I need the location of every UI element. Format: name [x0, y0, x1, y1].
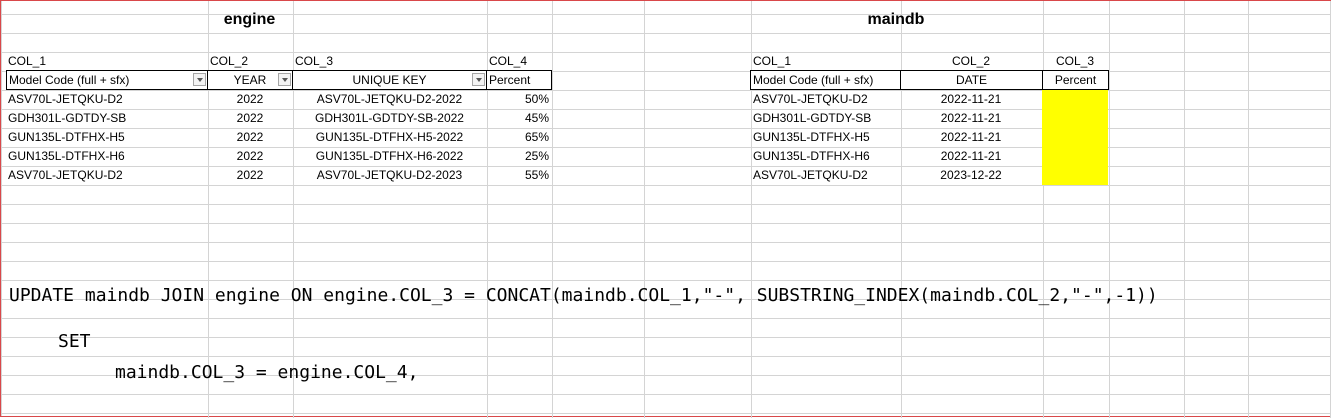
- engine-cell[interactable]: 2022: [207, 109, 293, 127]
- engine-cell[interactable]: 2022: [207, 90, 293, 108]
- column-divider: [552, 1, 553, 418]
- engine-col-label[interactable]: COL_1: [6, 52, 206, 70]
- maindb-cell[interactable]: GUN135L-DTFHX-H5: [751, 128, 900, 146]
- engine-table-title: engine: [223, 11, 276, 28]
- engine-header-year[interactable]: YEAR: [207, 70, 293, 90]
- sql-update-line: UPDATE maindb JOIN engine ON engine.COL_…: [9, 285, 1158, 306]
- header-text: Model Code (full + sfx): [9, 73, 130, 87]
- engine-cell[interactable]: 2022: [207, 166, 293, 184]
- filter-dropdown-icon[interactable]: [193, 73, 206, 86]
- maindb-col-label[interactable]: COL_1: [751, 52, 900, 70]
- engine-header-percent[interactable]: Percent: [486, 70, 552, 90]
- engine-cell[interactable]: GDH301L-GDTDY-SB-2022: [292, 109, 487, 127]
- engine-cell[interactable]: ASV70L-JETQKU-D2: [6, 90, 206, 108]
- maindb-cell[interactable]: 2022-11-21: [900, 90, 1042, 108]
- maindb-col-label[interactable]: COL_3: [1042, 52, 1108, 70]
- filter-dropdown-icon[interactable]: [472, 73, 485, 86]
- column-divider: [1248, 1, 1249, 418]
- engine-cell[interactable]: GUN135L-DTFHX-H6-2022: [292, 147, 487, 165]
- maindb-cell[interactable]: ASV70L-JETQKU-D2: [751, 166, 900, 184]
- maindb-col-label[interactable]: COL_2: [900, 52, 1042, 70]
- column-divider: [1109, 1, 1110, 418]
- engine-cell[interactable]: ASV70L-JETQKU-D2-2023: [292, 166, 487, 184]
- maindb-table-title: maindb: [867, 11, 925, 28]
- column-divider: [644, 1, 645, 418]
- engine-col-label[interactable]: COL_3: [293, 52, 486, 70]
- engine-cell[interactable]: 65%: [486, 128, 552, 146]
- engine-cell[interactable]: 2022: [207, 147, 293, 165]
- maindb-cell[interactable]: GUN135L-DTFHX-H6: [751, 147, 900, 165]
- engine-cell[interactable]: ASV70L-JETQKU-D2: [6, 166, 206, 184]
- engine-cell[interactable]: ASV70L-JETQKU-D2-2022: [292, 90, 487, 108]
- engine-cell[interactable]: GUN135L-DTFHX-H5: [6, 128, 206, 146]
- maindb-cell[interactable]: ASV70L-JETQKU-D2: [751, 90, 900, 108]
- maindb-cell[interactable]: 2022-11-21: [900, 128, 1042, 146]
- header-text: YEAR: [233, 73, 267, 87]
- engine-cell[interactable]: 50%: [486, 90, 552, 108]
- engine-header-model-code[interactable]: Model Code (full + sfx): [6, 70, 208, 90]
- engine-cell[interactable]: 55%: [486, 166, 552, 184]
- highlighted-percent-cells[interactable]: [1042, 90, 1108, 185]
- sql-assignment-line: maindb.COL_3 = engine.COL_4,: [115, 362, 419, 383]
- maindb-cell[interactable]: 2022-11-21: [900, 109, 1042, 127]
- maindb-header-percent[interactable]: Percent: [1042, 70, 1109, 90]
- header-text: UNIQUE KEY: [352, 73, 427, 87]
- filter-dropdown-icon[interactable]: [278, 73, 291, 86]
- engine-col-label[interactable]: COL_2: [208, 52, 292, 70]
- engine-header-unique-key[interactable]: UNIQUE KEY: [292, 70, 487, 90]
- engine-cell[interactable]: GUN135L-DTFHX-H5-2022: [292, 128, 487, 146]
- engine-cell[interactable]: 2022: [207, 128, 293, 146]
- engine-cell[interactable]: 25%: [486, 147, 552, 165]
- sql-set-line: SET: [58, 331, 91, 352]
- engine-cell[interactable]: GUN135L-DTFHX-H6: [6, 147, 206, 165]
- engine-cell[interactable]: 45%: [486, 109, 552, 127]
- engine-cell[interactable]: GDH301L-GDTDY-SB: [6, 109, 206, 127]
- engine-col-label[interactable]: COL_4: [487, 52, 551, 70]
- maindb-cell[interactable]: 2022-11-21: [900, 147, 1042, 165]
- column-divider: [1184, 1, 1185, 418]
- maindb-header-model-code[interactable]: Model Code (full + sfx): [750, 70, 901, 90]
- maindb-cell[interactable]: GDH301L-GDTDY-SB: [751, 109, 900, 127]
- maindb-cell[interactable]: 2023-12-22: [900, 166, 1042, 184]
- maindb-header-date[interactable]: DATE: [900, 70, 1043, 90]
